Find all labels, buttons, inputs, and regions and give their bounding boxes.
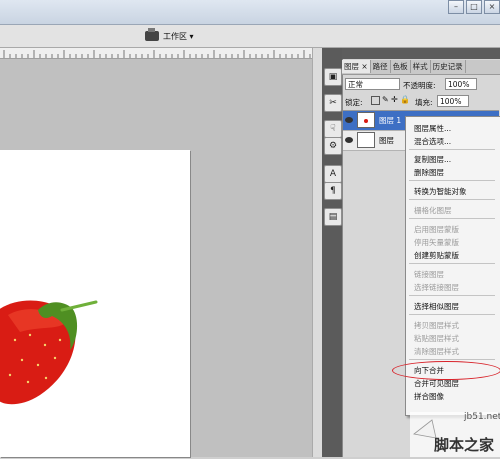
menu-separator xyxy=(409,295,495,296)
ruler-ticks xyxy=(3,50,311,58)
menu-separator xyxy=(409,314,495,315)
menu-separator xyxy=(409,149,495,150)
tool-button-2[interactable]: ✂ xyxy=(324,94,342,112)
tool-button-1[interactable]: ▣ xyxy=(324,68,342,86)
tab-swatches[interactable]: 色板 xyxy=(391,60,411,73)
image-canvas[interactable] xyxy=(0,150,190,457)
lock-all-icon[interactable]: 🔒 xyxy=(400,95,410,104)
menu-item-link-layers[interactable]: 链接图层 xyxy=(414,269,444,280)
blend-row: 正常 不透明度: 100% xyxy=(345,78,497,92)
menu-item-flatten-image[interactable]: 拼合图像 xyxy=(414,391,444,402)
visibility-eye-icon[interactable] xyxy=(345,137,353,143)
lock-move-icon[interactable]: ✛ xyxy=(391,95,398,104)
visibility-eye-icon[interactable] xyxy=(345,117,353,123)
layer-thumbnail xyxy=(357,132,375,148)
merge-down-highlight xyxy=(392,361,500,380)
menu-item-blending-options[interactable]: 混合选项... xyxy=(414,136,451,147)
menu-item-create-clipping-mask[interactable]: 创建剪贴蒙版 xyxy=(414,250,459,261)
lock-row: 锁定: ✎ ✛ 🔒 填充: 100% xyxy=(345,95,497,109)
menu-item-delete-layer[interactable]: 删除图层 xyxy=(414,167,444,178)
menu-separator xyxy=(409,199,495,200)
menu-separator xyxy=(409,218,495,219)
lock-transparent-icon[interactable] xyxy=(371,96,380,105)
options-bar: 工作区 ▾ xyxy=(0,25,500,48)
layer-name: 图层 xyxy=(379,136,394,145)
menu-item-duplicate-layer[interactable]: 复制图层... xyxy=(414,154,451,165)
tab-history[interactable]: 历史记录 xyxy=(431,60,466,73)
menu-item-rasterize-layer[interactable]: 栅格化图层 xyxy=(414,205,452,216)
opacity-label: 不透明度: xyxy=(403,81,436,90)
lock-brush-icon[interactable]: ✎ xyxy=(382,95,389,104)
menu-item-convert-smart-object[interactable]: 转换为智能对象 xyxy=(414,186,467,197)
menu-item-select-similar-layers[interactable]: 选择相似图层 xyxy=(414,301,459,312)
menu-item-paste-layer-style[interactable]: 粘贴图层样式 xyxy=(414,333,459,344)
layer-name: 图层 1 xyxy=(379,116,402,125)
tab-styles[interactable]: 样式 xyxy=(411,60,431,73)
menu-item-clear-layer-style[interactable]: 清除图层样式 xyxy=(414,346,459,357)
fill-input[interactable]: 100% xyxy=(437,95,469,107)
opacity-value: 100% xyxy=(448,80,470,89)
menu-separator xyxy=(409,180,495,181)
blend-mode-value: 正常 xyxy=(348,80,363,89)
fill-label: 填充: xyxy=(415,98,433,107)
workspace-icon xyxy=(145,28,159,41)
lock-label: 锁定: xyxy=(345,98,363,107)
tool-button-7[interactable]: ▤ xyxy=(324,208,342,226)
menu-separator xyxy=(409,263,495,264)
opacity-input[interactable]: 100% xyxy=(445,78,477,90)
window-title-bar xyxy=(0,0,500,25)
menu-item-enable-layer-mask[interactable]: 启用图层蒙版 xyxy=(414,224,459,235)
workspace-label: 工作区 ▾ xyxy=(163,31,194,41)
watermark-site: jb51.net xyxy=(464,412,500,422)
menu-item-select-linked-layers[interactable]: 选择链接图层 xyxy=(414,282,459,293)
site-watermark: jb51.net 脚本之家 xyxy=(410,412,500,457)
watermark-brand: 脚本之家 xyxy=(434,436,495,454)
horizontal-ruler xyxy=(0,48,312,59)
fill-value: 100% xyxy=(440,97,462,106)
panel-tabs: 图层 × 路径 色板 样式 历史记录 xyxy=(342,60,500,75)
menu-item-copy-layer-style[interactable]: 拷贝图层样式 xyxy=(414,320,459,331)
workspace-switcher[interactable]: 工作区 ▾ xyxy=(145,28,194,43)
menu-separator xyxy=(409,359,495,360)
tab-paths[interactable]: 路径 xyxy=(371,60,391,73)
tool-button-4[interactable]: ⚙ xyxy=(324,137,342,155)
document-scrollbar[interactable] xyxy=(312,48,322,457)
minimize-button[interactable]: – xyxy=(448,0,464,14)
tool-button-6[interactable]: ¶ xyxy=(324,182,342,200)
layer-thumbnail xyxy=(357,112,375,128)
menu-item-disable-vector-mask[interactable]: 停用矢量蒙版 xyxy=(414,237,459,248)
menu-item-layer-properties[interactable]: 图层属性... xyxy=(414,123,451,134)
strawberry-image xyxy=(0,300,98,405)
tab-layers[interactable]: 图层 × xyxy=(342,60,371,73)
tool-button-3[interactable]: ☟ xyxy=(324,120,342,138)
panel-header xyxy=(342,48,500,59)
tool-button-5[interactable]: A xyxy=(324,165,342,183)
close-button[interactable]: × xyxy=(484,0,500,14)
blend-mode-select[interactable]: 正常 xyxy=(345,78,400,90)
maximize-button[interactable]: □ xyxy=(466,0,482,14)
